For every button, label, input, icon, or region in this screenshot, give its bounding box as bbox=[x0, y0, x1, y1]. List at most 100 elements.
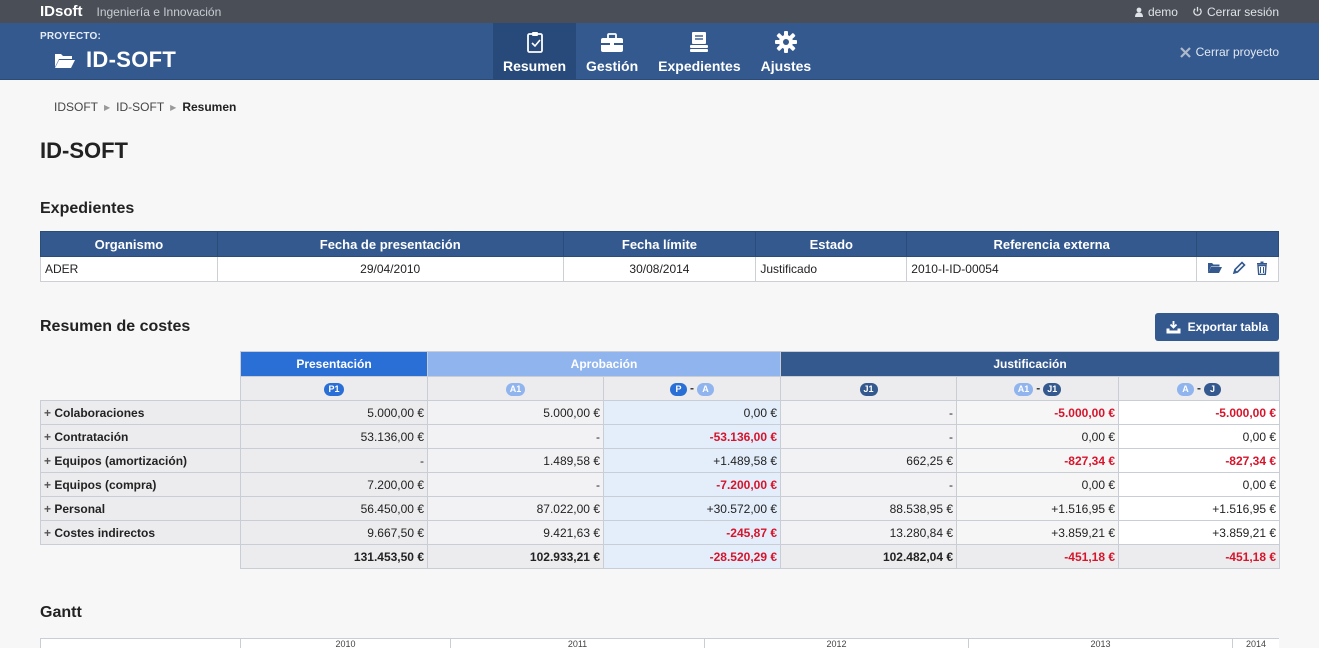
cost-row-label[interactable]: + Contratación bbox=[40, 424, 241, 449]
cost-category-name: Contratación bbox=[54, 429, 129, 444]
breadcrumb-separator-icon: ▶ bbox=[170, 102, 177, 112]
nav-resumen[interactable]: Resumen bbox=[493, 23, 577, 80]
total-row: 131.453,50 € 102.933,21 € -28.520,29 € 1… bbox=[41, 544, 1281, 569]
nav-expedientes-label: Expedientes bbox=[658, 58, 741, 74]
cost-row-label[interactable]: + Equipos (amortización) bbox=[40, 448, 241, 473]
expand-plus-icon[interactable]: + bbox=[44, 502, 54, 516]
cost-cell-a1: - bbox=[427, 472, 604, 497]
total-p-minus-a: -28.520,29 € bbox=[602, 544, 782, 569]
group-aprobacion: Aprobación bbox=[426, 351, 782, 377]
folder-open-icon bbox=[55, 53, 75, 68]
table-header-row: Organismo Fecha de presentación Fecha lí… bbox=[40, 231, 1280, 257]
edit-pencil-icon[interactable] bbox=[1232, 260, 1247, 278]
cost-cell-p1: 56.450,00 € bbox=[240, 496, 428, 521]
project-name: ID-SOFT bbox=[54, 47, 176, 73]
user-link[interactable]: demo bbox=[1134, 5, 1178, 19]
minus-sign: - bbox=[1197, 381, 1202, 395]
cost-cell-pa: -7.200,00 € bbox=[602, 472, 782, 497]
cell-actions bbox=[1195, 256, 1280, 282]
badge-j: J bbox=[1204, 383, 1222, 396]
cost-cell-a1: 87.022,00 € bbox=[427, 496, 604, 521]
nav-ajustes[interactable]: Ajustes bbox=[751, 23, 822, 80]
main-nav: Resumen Gestión Expedientes Ajustes bbox=[493, 23, 821, 80]
cost-cell-j1: - bbox=[780, 424, 958, 449]
expand-plus-icon[interactable]: + bbox=[44, 406, 54, 420]
trash-icon[interactable] bbox=[1256, 261, 1268, 278]
minus-sign: - bbox=[690, 381, 694, 395]
cost-row-label[interactable]: + Equipos (compra) bbox=[40, 472, 241, 497]
cost-row-label[interactable]: + Personal bbox=[40, 496, 241, 521]
cost-row[interactable]: + Costes indirectos 9.667,50 €9.421,63 € -… bbox=[40, 520, 1281, 545]
cost-cell-aj: +3.859,21 € bbox=[1118, 520, 1281, 545]
total-p1: 131.453,50 € bbox=[240, 544, 428, 569]
cost-row[interactable]: + Personal 56.450,00 €87.022,00 € +30.572,… bbox=[40, 496, 1281, 521]
badge-a: A bbox=[697, 383, 714, 396]
badge-a: A bbox=[1177, 383, 1195, 396]
cost-cell-aj: 0,00 € bbox=[1118, 472, 1281, 497]
export-table-button[interactable]: Exportar tabla bbox=[1155, 313, 1279, 341]
cell-organismo: ADER bbox=[40, 256, 218, 282]
col-referencia: Referencia externa bbox=[906, 231, 1197, 257]
breadcrumb-item-idsoft[interactable]: IDSOFT bbox=[54, 100, 98, 114]
brand-tagline: Ingeniería e Innovación bbox=[96, 4, 222, 19]
expand-plus-icon[interactable]: + bbox=[44, 430, 54, 444]
cost-row[interactable]: + Colaboraciones 5.000,00 €5.000,00 €0,00… bbox=[40, 400, 1281, 425]
group-justificacion: Justificación bbox=[780, 351, 1281, 377]
badge-a1: A1 bbox=[1013, 383, 1034, 396]
cost-row[interactable]: + Equipos (amortización) -1.489,58 € +1.48… bbox=[40, 448, 1281, 473]
cost-cell-p1: - bbox=[240, 448, 428, 473]
cost-cell-a1: - bbox=[427, 424, 604, 449]
cost-cell-a1j1: 0,00 € bbox=[956, 472, 1120, 497]
minus-sign: - bbox=[1036, 381, 1041, 395]
col-a1: A1 bbox=[427, 376, 604, 401]
col-a1-minus-j1: A1- J1 bbox=[956, 376, 1120, 401]
cost-cell-a1j1: -827,34 € bbox=[956, 448, 1120, 473]
breadcrumb-item-project[interactable]: ID-SOFT bbox=[116, 100, 164, 114]
cell-fecha-presentacion: 29/04/2010 bbox=[216, 256, 564, 282]
nav-expedientes[interactable]: Expedientes bbox=[648, 23, 750, 80]
cost-cell-a1: 1.489,58 € bbox=[427, 448, 604, 473]
cost-category-name: Colaboraciones bbox=[54, 405, 145, 420]
cost-category-name: Equipos (amortización) bbox=[54, 453, 188, 468]
nav-gestion[interactable]: Gestión bbox=[576, 23, 648, 80]
cost-cell-pa: +1.489,58 € bbox=[602, 448, 782, 473]
expand-plus-icon[interactable]: + bbox=[44, 454, 54, 468]
cost-cell-a1j1: 0,00 € bbox=[956, 424, 1120, 449]
col-organismo: Organismo bbox=[40, 231, 218, 257]
top-bar: IDsoft Ingeniería e Innovación demo Cerr… bbox=[0, 0, 1319, 23]
group-header-row: Presentación Aprobación Justificación bbox=[41, 351, 1281, 377]
power-icon bbox=[1193, 6, 1202, 16]
expand-plus-icon[interactable]: + bbox=[44, 478, 54, 492]
open-folder-icon[interactable] bbox=[1207, 262, 1223, 277]
nav-gestion-label: Gestión bbox=[586, 58, 639, 74]
empty-corner bbox=[41, 352, 241, 377]
cost-category-name: Costes indirectos bbox=[54, 525, 156, 540]
expedientes-heading: Expedientes bbox=[40, 200, 135, 217]
expand-plus-icon[interactable]: + bbox=[44, 526, 54, 540]
badge-a1: A1 bbox=[505, 383, 526, 396]
file-stack-icon bbox=[690, 32, 709, 52]
col-actions bbox=[1195, 231, 1280, 257]
cost-row-label[interactable]: + Costes indirectos bbox=[40, 520, 241, 545]
cost-cell-a1: 9.421,63 € bbox=[427, 520, 604, 545]
logout-link[interactable]: Cerrar sesión bbox=[1192, 5, 1279, 19]
gantt-chart: 2010 2011 2012 2013 2014 bbox=[40, 638, 1279, 648]
costes-heading: Resumen de costes bbox=[40, 318, 191, 335]
nav-ajustes-label: Ajustes bbox=[760, 58, 812, 74]
col-j1: J1 bbox=[780, 376, 958, 401]
badge-j1: J1 bbox=[859, 383, 878, 396]
table-row[interactable]: ADER 29/04/2010 30/08/2014 Justificado 2… bbox=[40, 256, 1280, 282]
cost-row[interactable]: + Contratación 53.136,00 € - -53.136,00 € -0… bbox=[40, 424, 1281, 449]
close-project-link[interactable]: Cerrar proyecto bbox=[1179, 45, 1279, 59]
brand-logo[interactable]: IDsoft bbox=[40, 3, 83, 20]
cost-cell-a1: 5.000,00 € bbox=[427, 400, 604, 425]
cost-cell-j1: - bbox=[780, 400, 958, 425]
cost-row[interactable]: + Equipos (compra) 7.200,00 € - -7.200,00 €… bbox=[40, 472, 1281, 497]
clipboard-icon bbox=[526, 32, 543, 53]
cost-cell-aj: -827,34 € bbox=[1118, 448, 1281, 473]
briefcase-icon bbox=[601, 33, 624, 52]
cost-cell-pa: 0,00 € bbox=[602, 400, 782, 425]
cost-row-label[interactable]: + Colaboraciones bbox=[40, 400, 241, 425]
close-project-label: Cerrar proyecto bbox=[1195, 45, 1279, 59]
project-label: PROYECTO: bbox=[40, 31, 102, 42]
